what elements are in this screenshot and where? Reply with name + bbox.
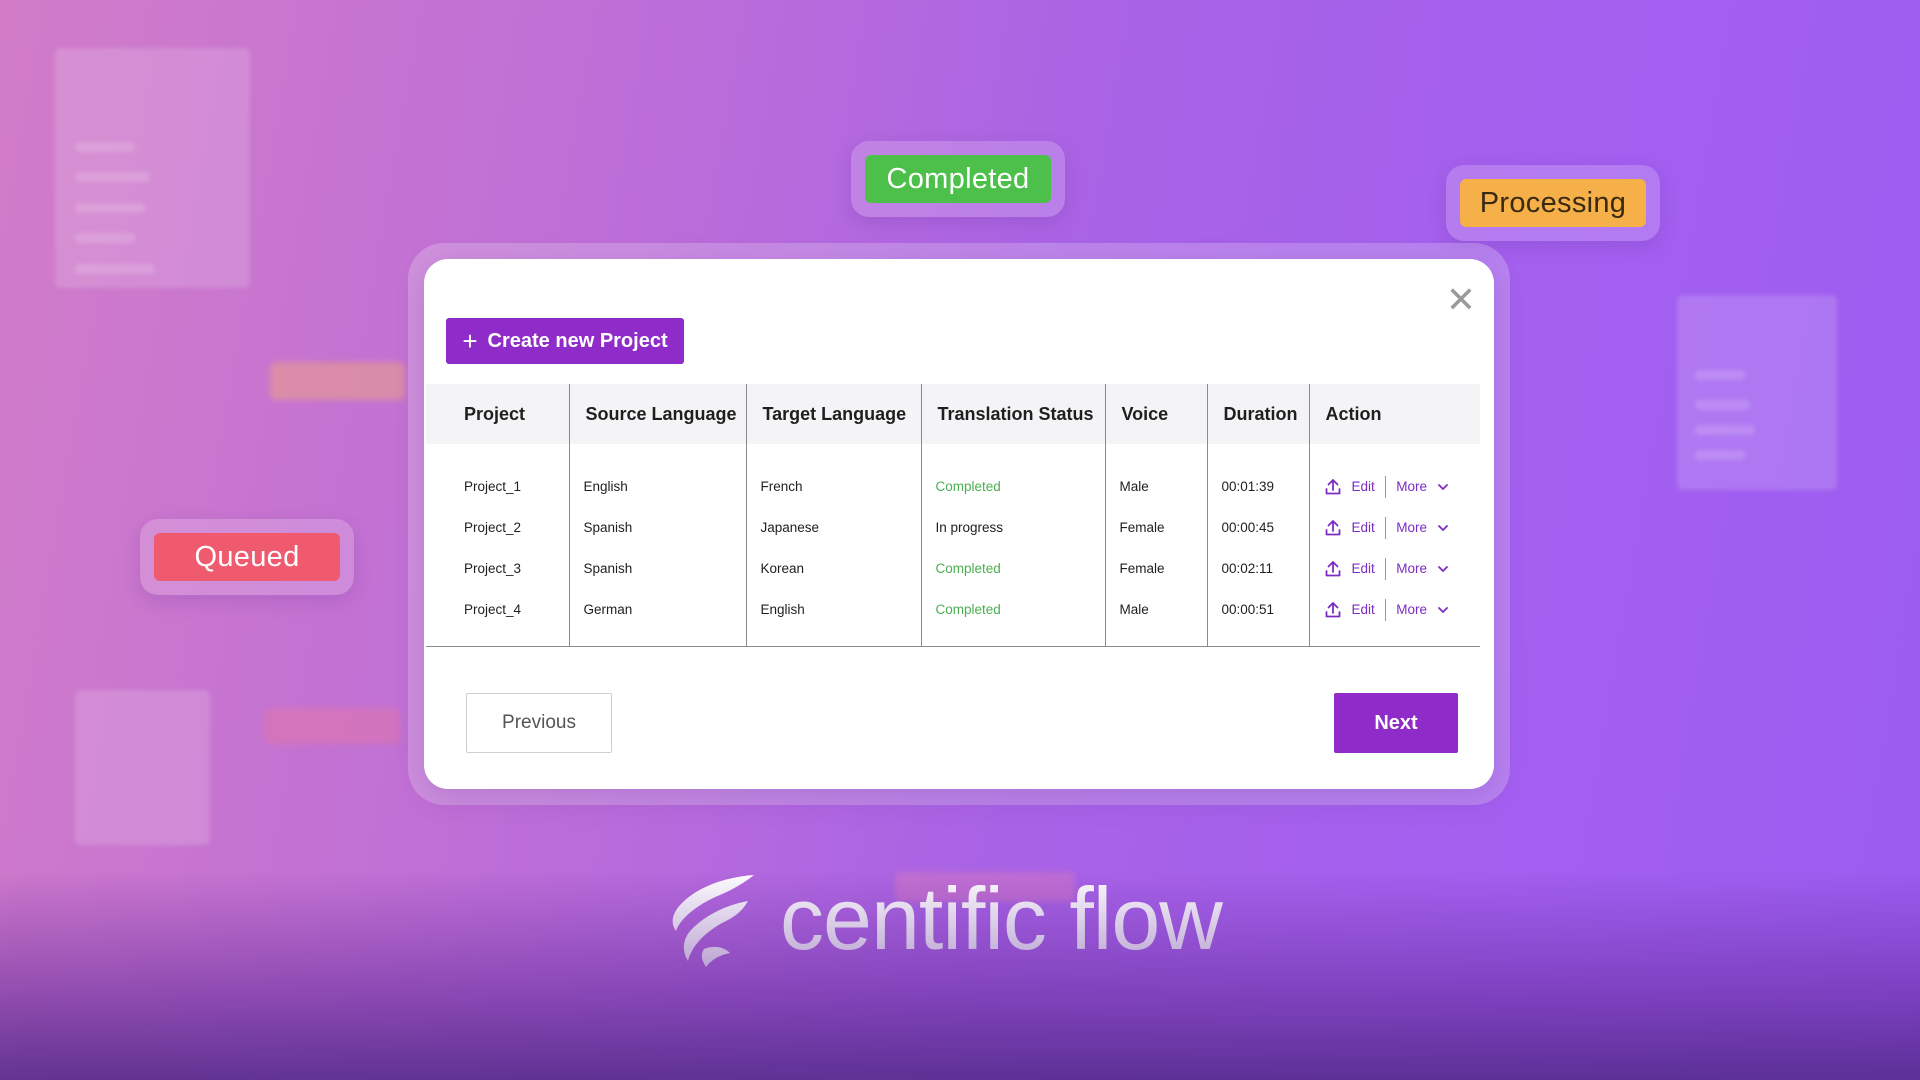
- chevron-down-icon[interactable]: [1437, 563, 1449, 575]
- edit-link[interactable]: Edit: [1352, 479, 1375, 494]
- edit-link[interactable]: Edit: [1352, 520, 1375, 535]
- brand-logo: centific flow: [670, 868, 1223, 970]
- table-row: Project_1 English French Completed Male …: [426, 444, 1480, 507]
- background-panel-line: [75, 203, 145, 213]
- cell-duration: 00:02:11: [1206, 548, 1309, 589]
- cell-duration: 00:00:45: [1206, 507, 1309, 548]
- more-dropdown[interactable]: More: [1396, 479, 1427, 494]
- background-panel-line: [1695, 370, 1745, 380]
- cell-project: Project_2: [464, 520, 522, 535]
- cell-project: Project_1: [464, 479, 522, 494]
- background-panel-line: [1695, 425, 1755, 435]
- action-divider: [1384, 557, 1387, 580]
- floating-chip-queued: Queued: [140, 519, 354, 595]
- previous-button[interactable]: Previous: [466, 693, 612, 753]
- cell-source: German: [568, 589, 746, 647]
- projects-modal: ✕ + Create new Project Project Source La…: [424, 259, 1494, 789]
- cell-actions: Edit More: [1308, 589, 1480, 647]
- upload-icon[interactable]: [1324, 601, 1342, 619]
- background-panel-line: [75, 264, 155, 274]
- more-dropdown[interactable]: More: [1396, 561, 1427, 576]
- more-dropdown[interactable]: More: [1396, 520, 1427, 535]
- cell-voice: Male: [1104, 444, 1207, 507]
- header-translation-status: Translation Status: [920, 384, 1105, 444]
- header-target-language: Target Language: [745, 384, 921, 444]
- next-button[interactable]: Next: [1334, 693, 1458, 753]
- background-panel-line: [1695, 450, 1745, 460]
- cell-actions: Edit More: [1308, 444, 1480, 507]
- background-panel-line: [75, 172, 150, 182]
- cell-source: English: [568, 444, 746, 507]
- chevron-down-icon[interactable]: [1437, 481, 1449, 493]
- table-row: Project_3 Spanish Korean Completed Femal…: [426, 548, 1480, 589]
- upload-icon[interactable]: [1324, 519, 1342, 537]
- background-panel-right: [1677, 295, 1837, 490]
- cell-status: Completed: [920, 589, 1105, 647]
- cell-duration: 00:01:39: [1206, 444, 1309, 507]
- floating-chip-processing: Processing: [1446, 165, 1660, 241]
- close-icon[interactable]: ✕: [1442, 281, 1480, 319]
- cell-status: In progress: [920, 507, 1105, 548]
- background-chip: [265, 708, 400, 744]
- queued-badge: Queued: [154, 533, 340, 581]
- cell-status: Completed: [920, 548, 1105, 589]
- upload-icon[interactable]: [1324, 478, 1342, 496]
- action-divider: [1384, 598, 1387, 621]
- cell-source: Spanish: [568, 507, 746, 548]
- create-project-label: Create new Project: [487, 329, 668, 352]
- edit-link[interactable]: Edit: [1352, 602, 1375, 617]
- brand-name: centific flow: [780, 869, 1223, 968]
- header-action: Action: [1308, 384, 1480, 444]
- cell-source: Spanish: [568, 548, 746, 589]
- background-panel-left: [55, 48, 250, 288]
- plus-icon: +: [462, 326, 478, 356]
- background-chip: [270, 362, 405, 400]
- cell-voice: Male: [1104, 589, 1207, 647]
- completed-badge: Completed: [865, 155, 1051, 203]
- more-dropdown[interactable]: More: [1396, 602, 1427, 617]
- chevron-down-icon[interactable]: [1437, 522, 1449, 534]
- cell-target: French: [745, 444, 921, 507]
- cell-target: English: [745, 589, 921, 647]
- upload-icon[interactable]: [1324, 560, 1342, 578]
- centific-logo-icon: [672, 875, 754, 967]
- chevron-down-icon[interactable]: [1437, 604, 1449, 616]
- action-divider: [1384, 475, 1387, 498]
- background-panel-line: [75, 233, 135, 243]
- cell-voice: Female: [1104, 548, 1207, 589]
- action-divider: [1384, 516, 1387, 539]
- cell-actions: Edit More: [1308, 548, 1480, 589]
- cell-project: Project_4: [426, 589, 569, 647]
- background-panel-lower-left: [75, 690, 210, 845]
- projects-table: Project Source Language Target Language …: [426, 384, 1480, 647]
- edit-link[interactable]: Edit: [1352, 561, 1375, 576]
- cell-target: Japanese: [745, 507, 921, 548]
- floating-chip-completed: Completed: [851, 141, 1065, 217]
- create-project-button[interactable]: + Create new Project: [446, 318, 684, 364]
- cell-status: Completed: [920, 444, 1105, 507]
- table-row: Project_2 Spanish Japanese In progress F…: [426, 507, 1480, 548]
- cell-actions: Edit More: [1308, 507, 1480, 548]
- header-source-language: Source Language: [568, 384, 746, 444]
- background-panel-line: [75, 142, 135, 152]
- header-voice: Voice: [1104, 384, 1207, 444]
- header-duration: Duration: [1206, 384, 1309, 444]
- header-project: Project: [426, 384, 569, 444]
- cell-target: Korean: [745, 548, 921, 589]
- cell-voice: Female: [1104, 507, 1207, 548]
- processing-badge: Processing: [1460, 179, 1646, 227]
- table-header-row: Project Source Language Target Language …: [426, 384, 1480, 444]
- table-row: Project_4 German English Completed Male …: [426, 589, 1480, 647]
- cell-project: Project_3: [464, 561, 522, 576]
- background-panel-line: [1695, 400, 1750, 410]
- cell-duration: 00:00:51: [1206, 589, 1309, 647]
